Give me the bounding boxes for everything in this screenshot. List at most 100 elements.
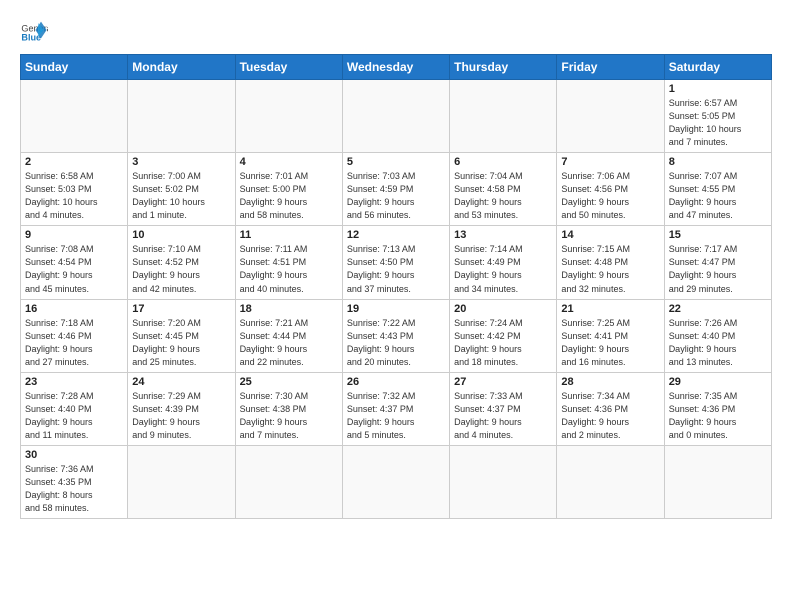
day-number: 17 [132,303,230,315]
calendar-cell: 27 Sunrise: 7:33 AM Sunset: 4:37 PM Dayli… [450,372,557,445]
day-info: Sunrise: 7:25 AM Sunset: 4:41 PM Dayligh… [561,317,659,369]
day-info: Sunrise: 6:57 AM Sunset: 5:05 PM Dayligh… [669,97,767,149]
day-info: Sunrise: 7:04 AM Sunset: 4:58 PM Dayligh… [454,170,552,222]
col-header-tuesday: Tuesday [235,55,342,80]
day-number: 10 [132,229,230,241]
col-header-wednesday: Wednesday [342,55,449,80]
calendar-cell: 28 Sunrise: 7:34 AM Sunset: 4:36 PM Dayli… [557,372,664,445]
day-number: 13 [454,229,552,241]
day-info: Sunrise: 7:03 AM Sunset: 4:59 PM Dayligh… [347,170,445,222]
day-info: Sunrise: 7:22 AM Sunset: 4:43 PM Dayligh… [347,317,445,369]
calendar-cell [450,80,557,153]
calendar-cell: 15Sunrise: 7:17 AM Sunset: 4:47 PM Dayli… [664,226,771,299]
calendar-cell: 25Sunrise: 7:30 AM Sunset: 4:38 PM Dayli… [235,372,342,445]
day-info: Sunrise: 7:33 AM Sunset: 4:37 PM Dayligh… [454,390,552,442]
day-number: 19 [347,303,445,315]
calendar-cell: 5 Sunrise: 7:03 AM Sunset: 4:59 PM Daylig… [342,153,449,226]
day-number: 16 [25,303,123,315]
calendar-cell [128,80,235,153]
calendar-cell [21,80,128,153]
day-number: 21 [561,303,659,315]
day-info: Sunrise: 7:20 AM Sunset: 4:45 PM Dayligh… [132,317,230,369]
day-info: Sunrise: 7:35 AM Sunset: 4:36 PM Dayligh… [669,390,767,442]
day-info: Sunrise: 7:26 AM Sunset: 4:40 PM Dayligh… [669,317,767,369]
day-number: 4 [240,156,338,168]
day-number: 18 [240,303,338,315]
calendar-cell: 30 Sunrise: 7:36 AM Sunset: 4:35 PM Dayli… [21,445,128,518]
day-info: Sunrise: 7:32 AM Sunset: 4:37 PM Dayligh… [347,390,445,442]
calendar-week-row: 30 Sunrise: 7:36 AM Sunset: 4:35 PM Dayli… [21,445,772,518]
day-info: Sunrise: 7:10 AM Sunset: 4:52 PM Dayligh… [132,243,230,295]
day-number: 9 [25,229,123,241]
calendar-cell [342,80,449,153]
calendar-cell: 16 Sunrise: 7:18 AM Sunset: 4:46 PM Dayli… [21,299,128,372]
calendar-cell: 9 Sunrise: 7:08 AM Sunset: 4:54 PM Daylig… [21,226,128,299]
day-number: 2 [25,156,123,168]
day-info: Sunrise: 7:01 AM Sunset: 5:00 PM Dayligh… [240,170,338,222]
day-number: 7 [561,156,659,168]
day-info: Sunrise: 7:06 AM Sunset: 4:56 PM Dayligh… [561,170,659,222]
calendar-cell [557,445,664,518]
day-number: 23 [25,376,123,388]
calendar-cell: 12Sunrise: 7:13 AM Sunset: 4:50 PM Dayli… [342,226,449,299]
calendar-cell: 19 Sunrise: 7:22 AM Sunset: 4:43 PM Dayli… [342,299,449,372]
day-info: Sunrise: 7:29 AM Sunset: 4:39 PM Dayligh… [132,390,230,442]
calendar-cell: 17 Sunrise: 7:20 AM Sunset: 4:45 PM Dayli… [128,299,235,372]
col-header-sunday: Sunday [21,55,128,80]
day-info: Sunrise: 7:24 AM Sunset: 4:42 PM Dayligh… [454,317,552,369]
calendar-cell: 18 Sunrise: 7:21 AM Sunset: 4:44 PM Dayli… [235,299,342,372]
day-number: 29 [669,376,767,388]
calendar-cell: 4 Sunrise: 7:01 AM Sunset: 5:00 PM Daylig… [235,153,342,226]
calendar-cell [235,80,342,153]
calendar-cell: 20Sunrise: 7:24 AM Sunset: 4:42 PM Dayli… [450,299,557,372]
day-info: Sunrise: 7:34 AM Sunset: 4:36 PM Dayligh… [561,390,659,442]
calendar-cell: 1 Sunrise: 6:57 AM Sunset: 5:05 PM Daylig… [664,80,771,153]
day-info: Sunrise: 7:21 AM Sunset: 4:44 PM Dayligh… [240,317,338,369]
day-number: 6 [454,156,552,168]
calendar-week-row: 1 Sunrise: 6:57 AM Sunset: 5:05 PM Daylig… [21,80,772,153]
day-number: 24 [132,376,230,388]
day-number: 30 [25,449,123,461]
calendar-week-row: 9 Sunrise: 7:08 AM Sunset: 4:54 PM Daylig… [21,226,772,299]
calendar-cell [664,445,771,518]
calendar-cell: 6 Sunrise: 7:04 AM Sunset: 4:58 PM Daylig… [450,153,557,226]
day-number: 12 [347,229,445,241]
calendar-cell: 23Sunrise: 7:28 AM Sunset: 4:40 PM Dayli… [21,372,128,445]
day-number: 5 [347,156,445,168]
calendar-cell: 21 Sunrise: 7:25 AM Sunset: 4:41 PM Dayli… [557,299,664,372]
calendar-cell [450,445,557,518]
day-number: 27 [454,376,552,388]
calendar-cell [235,445,342,518]
day-number: 11 [240,229,338,241]
logo-icon: General Blue [20,16,48,44]
col-header-thursday: Thursday [450,55,557,80]
day-number: 1 [669,83,767,95]
day-number: 15 [669,229,767,241]
day-number: 28 [561,376,659,388]
calendar-cell [128,445,235,518]
day-number: 14 [561,229,659,241]
col-header-friday: Friday [557,55,664,80]
col-header-monday: Monday [128,55,235,80]
calendar-header-row: SundayMondayTuesdayWednesdayThursdayFrid… [21,55,772,80]
calendar-week-row: 2 Sunrise: 6:58 AM Sunset: 5:03 PM Daylig… [21,153,772,226]
day-info: Sunrise: 7:14 AM Sunset: 4:49 PM Dayligh… [454,243,552,295]
day-number: 25 [240,376,338,388]
calendar-cell: 29 Sunrise: 7:35 AM Sunset: 4:36 PM Dayli… [664,372,771,445]
day-number: 8 [669,156,767,168]
calendar-cell: 26Sunrise: 7:32 AM Sunset: 4:37 PM Dayli… [342,372,449,445]
day-info: Sunrise: 6:58 AM Sunset: 5:03 PM Dayligh… [25,170,123,222]
calendar-cell: 11 Sunrise: 7:11 AM Sunset: 4:51 PM Dayli… [235,226,342,299]
col-header-saturday: Saturday [664,55,771,80]
day-info: Sunrise: 7:11 AM Sunset: 4:51 PM Dayligh… [240,243,338,295]
calendar-cell: 8 Sunrise: 7:07 AM Sunset: 4:55 PM Daylig… [664,153,771,226]
calendar-cell: 13 Sunrise: 7:14 AM Sunset: 4:49 PM Dayli… [450,226,557,299]
calendar-cell: 14Sunrise: 7:15 AM Sunset: 4:48 PM Dayli… [557,226,664,299]
calendar-cell [557,80,664,153]
day-info: Sunrise: 7:36 AM Sunset: 4:35 PM Dayligh… [25,463,123,515]
day-info: Sunrise: 7:07 AM Sunset: 4:55 PM Dayligh… [669,170,767,222]
day-info: Sunrise: 7:18 AM Sunset: 4:46 PM Dayligh… [25,317,123,369]
calendar-table: SundayMondayTuesdayWednesdayThursdayFrid… [20,54,772,519]
day-info: Sunrise: 7:08 AM Sunset: 4:54 PM Dayligh… [25,243,123,295]
calendar-cell: 22Sunrise: 7:26 AM Sunset: 4:40 PM Dayli… [664,299,771,372]
